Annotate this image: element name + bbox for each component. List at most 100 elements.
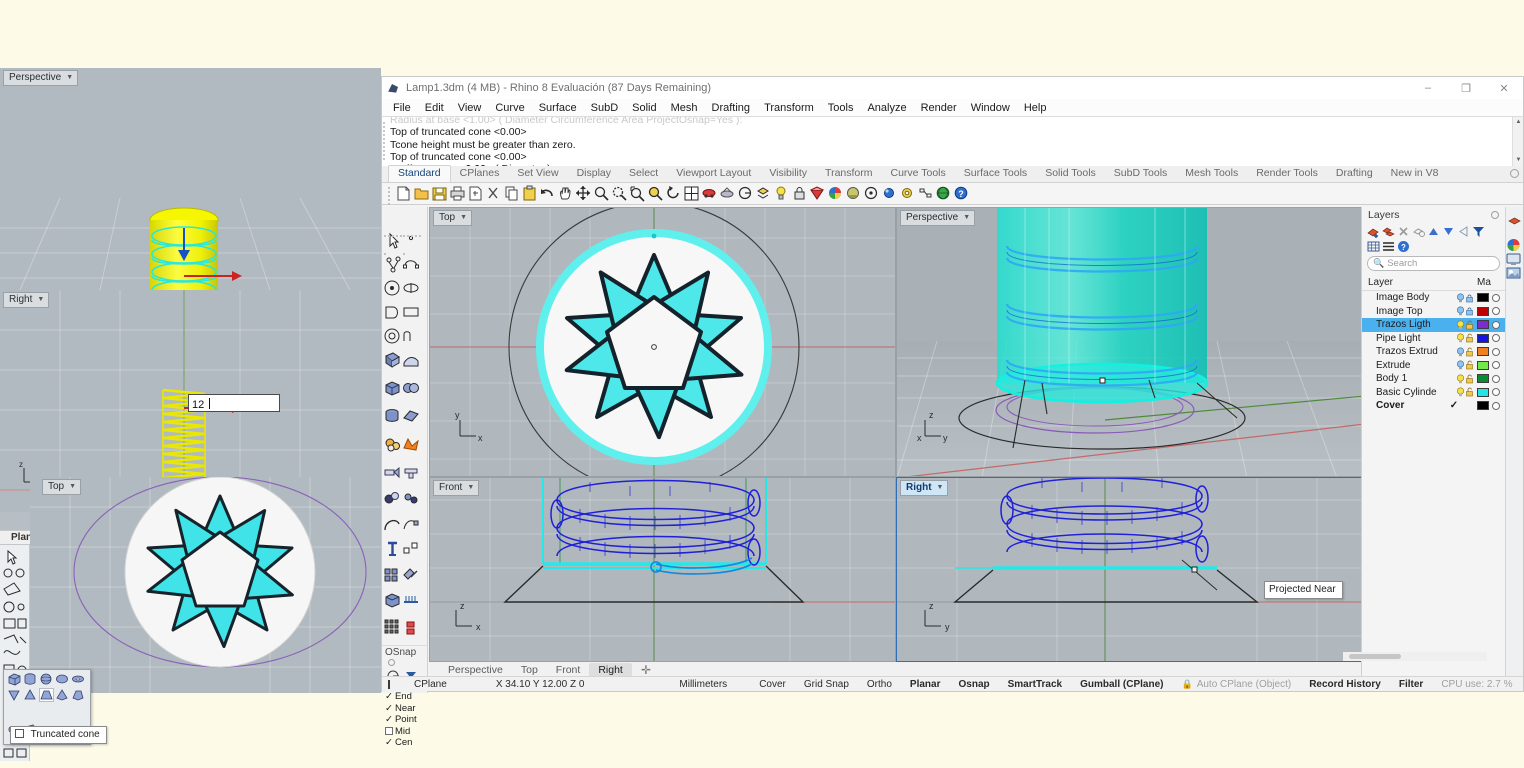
new-file-icon[interactable] (395, 185, 412, 202)
layer-color-swatch[interactable] (1477, 401, 1489, 411)
layer-material-icon[interactable] (1492, 401, 1500, 410)
tab-standard[interactable]: Standard (388, 165, 451, 182)
status-toggle-auto-cplane[interactable]: 🔒 Auto CPlane (Object) (1172, 679, 1300, 690)
lock-icon[interactable] (1465, 306, 1474, 316)
paste-icon[interactable] (521, 185, 538, 202)
copy-icon[interactable] (503, 185, 520, 202)
bg-viewport-perspective-label[interactable]: Perspective ▼ (3, 70, 79, 86)
unlock-icon[interactable] (1465, 320, 1474, 330)
cone-icon[interactable] (23, 688, 38, 702)
tab-select[interactable]: Select (620, 166, 667, 182)
menu-tools[interactable]: Tools (821, 100, 861, 116)
viewport-layout-icon[interactable] (683, 185, 700, 202)
viewport-front-label[interactable]: Front ▼ (433, 480, 480, 496)
menu-curve[interactable]: Curve (488, 100, 531, 116)
color-wheel-icon[interactable] (827, 185, 844, 202)
zoom-selected-icon[interactable] (647, 185, 664, 202)
layer-material-icon[interactable] (1492, 361, 1500, 370)
layer-color-swatch[interactable] (1477, 333, 1489, 343)
tab-set-view[interactable]: Set View (508, 166, 567, 182)
chevron-down-icon[interactable]: ▼ (69, 481, 76, 493)
visibility-bulb-icon[interactable] (1456, 347, 1465, 357)
menu-help[interactable]: Help (1017, 100, 1054, 116)
bg-viewport-top-label[interactable]: Top ▼ (42, 479, 82, 495)
layer-material-icon[interactable] (1492, 347, 1500, 356)
bg-numeric-input[interactable]: 12 (188, 394, 280, 412)
menu-file[interactable]: File (386, 100, 418, 116)
open-template-icon[interactable] (467, 185, 484, 202)
layer-material-icon[interactable] (1492, 388, 1500, 397)
truncated-cone-icon[interactable] (39, 688, 54, 702)
dock-display-color-icon[interactable] (1506, 238, 1523, 252)
sun-icon[interactable] (881, 185, 898, 202)
viewport-right-label[interactable]: Right ▼ (900, 480, 949, 496)
cylinder-icon[interactable] (23, 672, 38, 686)
rotate-view-icon[interactable] (665, 185, 682, 202)
object-snap-icon[interactable] (863, 185, 880, 202)
move-down-icon[interactable] (1442, 225, 1455, 238)
layer-material-icon[interactable] (1492, 374, 1500, 383)
status-layer[interactable]: Cover (750, 679, 795, 690)
command-grip[interactable] (383, 120, 387, 164)
truncated-pyramid-icon[interactable] (71, 688, 86, 702)
bg-viewport-right-label[interactable]: Right ▼ (3, 292, 50, 308)
osnap-options-icon[interactable] (388, 659, 395, 666)
unlock-icon[interactable] (1465, 360, 1474, 370)
layer-material-icon[interactable] (1492, 307, 1500, 316)
status-toggle-grid-snap[interactable]: Grid Snap (795, 679, 858, 690)
delete-layer-icon[interactable] (1397, 225, 1410, 238)
layer-row-extrude[interactable]: Extrude (1362, 359, 1505, 373)
osnap-item-cen[interactable]: ✓ Cen (382, 737, 428, 749)
unlock-icon[interactable] (1465, 347, 1474, 357)
tab-curve-tools[interactable]: Curve Tools (882, 166, 955, 182)
tab-solid-tools[interactable]: Solid Tools (1036, 166, 1105, 182)
layer-row-body-1[interactable]: Body 1 (1362, 372, 1505, 386)
bg-viewport-perspective[interactable]: Perspective ▼ (0, 68, 381, 290)
tab-new-in-v8[interactable]: New in V8 (1382, 166, 1448, 182)
menu-drafting[interactable]: Drafting (705, 100, 758, 116)
chevron-down-icon[interactable]: ▼ (467, 482, 474, 494)
material-sphere-icon[interactable] (845, 185, 862, 202)
chevron-down-icon[interactable]: ▼ (460, 212, 467, 224)
layer-color-swatch[interactable] (1477, 306, 1489, 316)
tab-drafting[interactable]: Drafting (1327, 166, 1382, 182)
unlock-icon[interactable] (1465, 374, 1474, 384)
left-toolbar-grip-1[interactable] (383, 225, 403, 255)
dock-display-icon[interactable] (1506, 252, 1523, 266)
tab-subd-tools[interactable]: SubD Tools (1105, 166, 1177, 182)
tab-viewport-layout[interactable]: Viewport Layout (667, 166, 760, 182)
visibility-bulb-icon[interactable] (1456, 360, 1465, 370)
dock-render-icon[interactable] (1506, 266, 1523, 280)
panel-options-icon[interactable] (1491, 211, 1499, 219)
layer-row-trazos-ligth[interactable]: Trazos Ligth (1362, 318, 1505, 332)
menu-render[interactable]: Render (914, 100, 964, 116)
light-bulb-icon[interactable] (773, 185, 790, 202)
layers-help-icon[interactable]: ? (1397, 240, 1410, 253)
save-icon[interactable] (431, 185, 448, 202)
layer-color-swatch[interactable] (1477, 360, 1489, 370)
viewport-perspective-label[interactable]: Perspective ▼ (900, 210, 976, 226)
chevron-down-icon[interactable]: ▼ (66, 72, 73, 84)
viewport-top[interactable]: Top ▼ y x (429, 207, 896, 477)
viewport-tab-top[interactable]: Top (512, 663, 547, 677)
list-view-icon[interactable] (1382, 240, 1395, 253)
viewport-front[interactable]: Front ▼ z x (429, 477, 896, 662)
close-button[interactable]: ✕ (1485, 77, 1523, 99)
status-toggle-filter[interactable]: Filter (1390, 679, 1432, 690)
viewport-tab-front[interactable]: Front (547, 663, 590, 677)
status-toggle-planar[interactable]: Planar (901, 679, 950, 690)
scroll-down-icon[interactable]: ▼ (1513, 155, 1523, 165)
menu-subd[interactable]: SubD (584, 100, 626, 116)
chevron-down-icon[interactable]: ▼ (963, 212, 970, 224)
layer-material-icon[interactable] (1492, 334, 1500, 343)
cut-scissors-icon[interactable] (485, 185, 502, 202)
print-icon[interactable] (449, 185, 466, 202)
layers-icon[interactable] (755, 185, 772, 202)
scroll-up-icon[interactable]: ▲ (1513, 117, 1523, 127)
pyramid-icon[interactable] (55, 688, 70, 702)
status-toggle-osnap[interactable]: Osnap (950, 679, 999, 690)
tab-visibility[interactable]: Visibility (760, 166, 816, 182)
left-toolbar-icons-1[interactable] (383, 232, 404, 672)
tab-mesh-tools[interactable]: Mesh Tools (1176, 166, 1247, 182)
menu-mesh[interactable]: Mesh (664, 100, 705, 116)
